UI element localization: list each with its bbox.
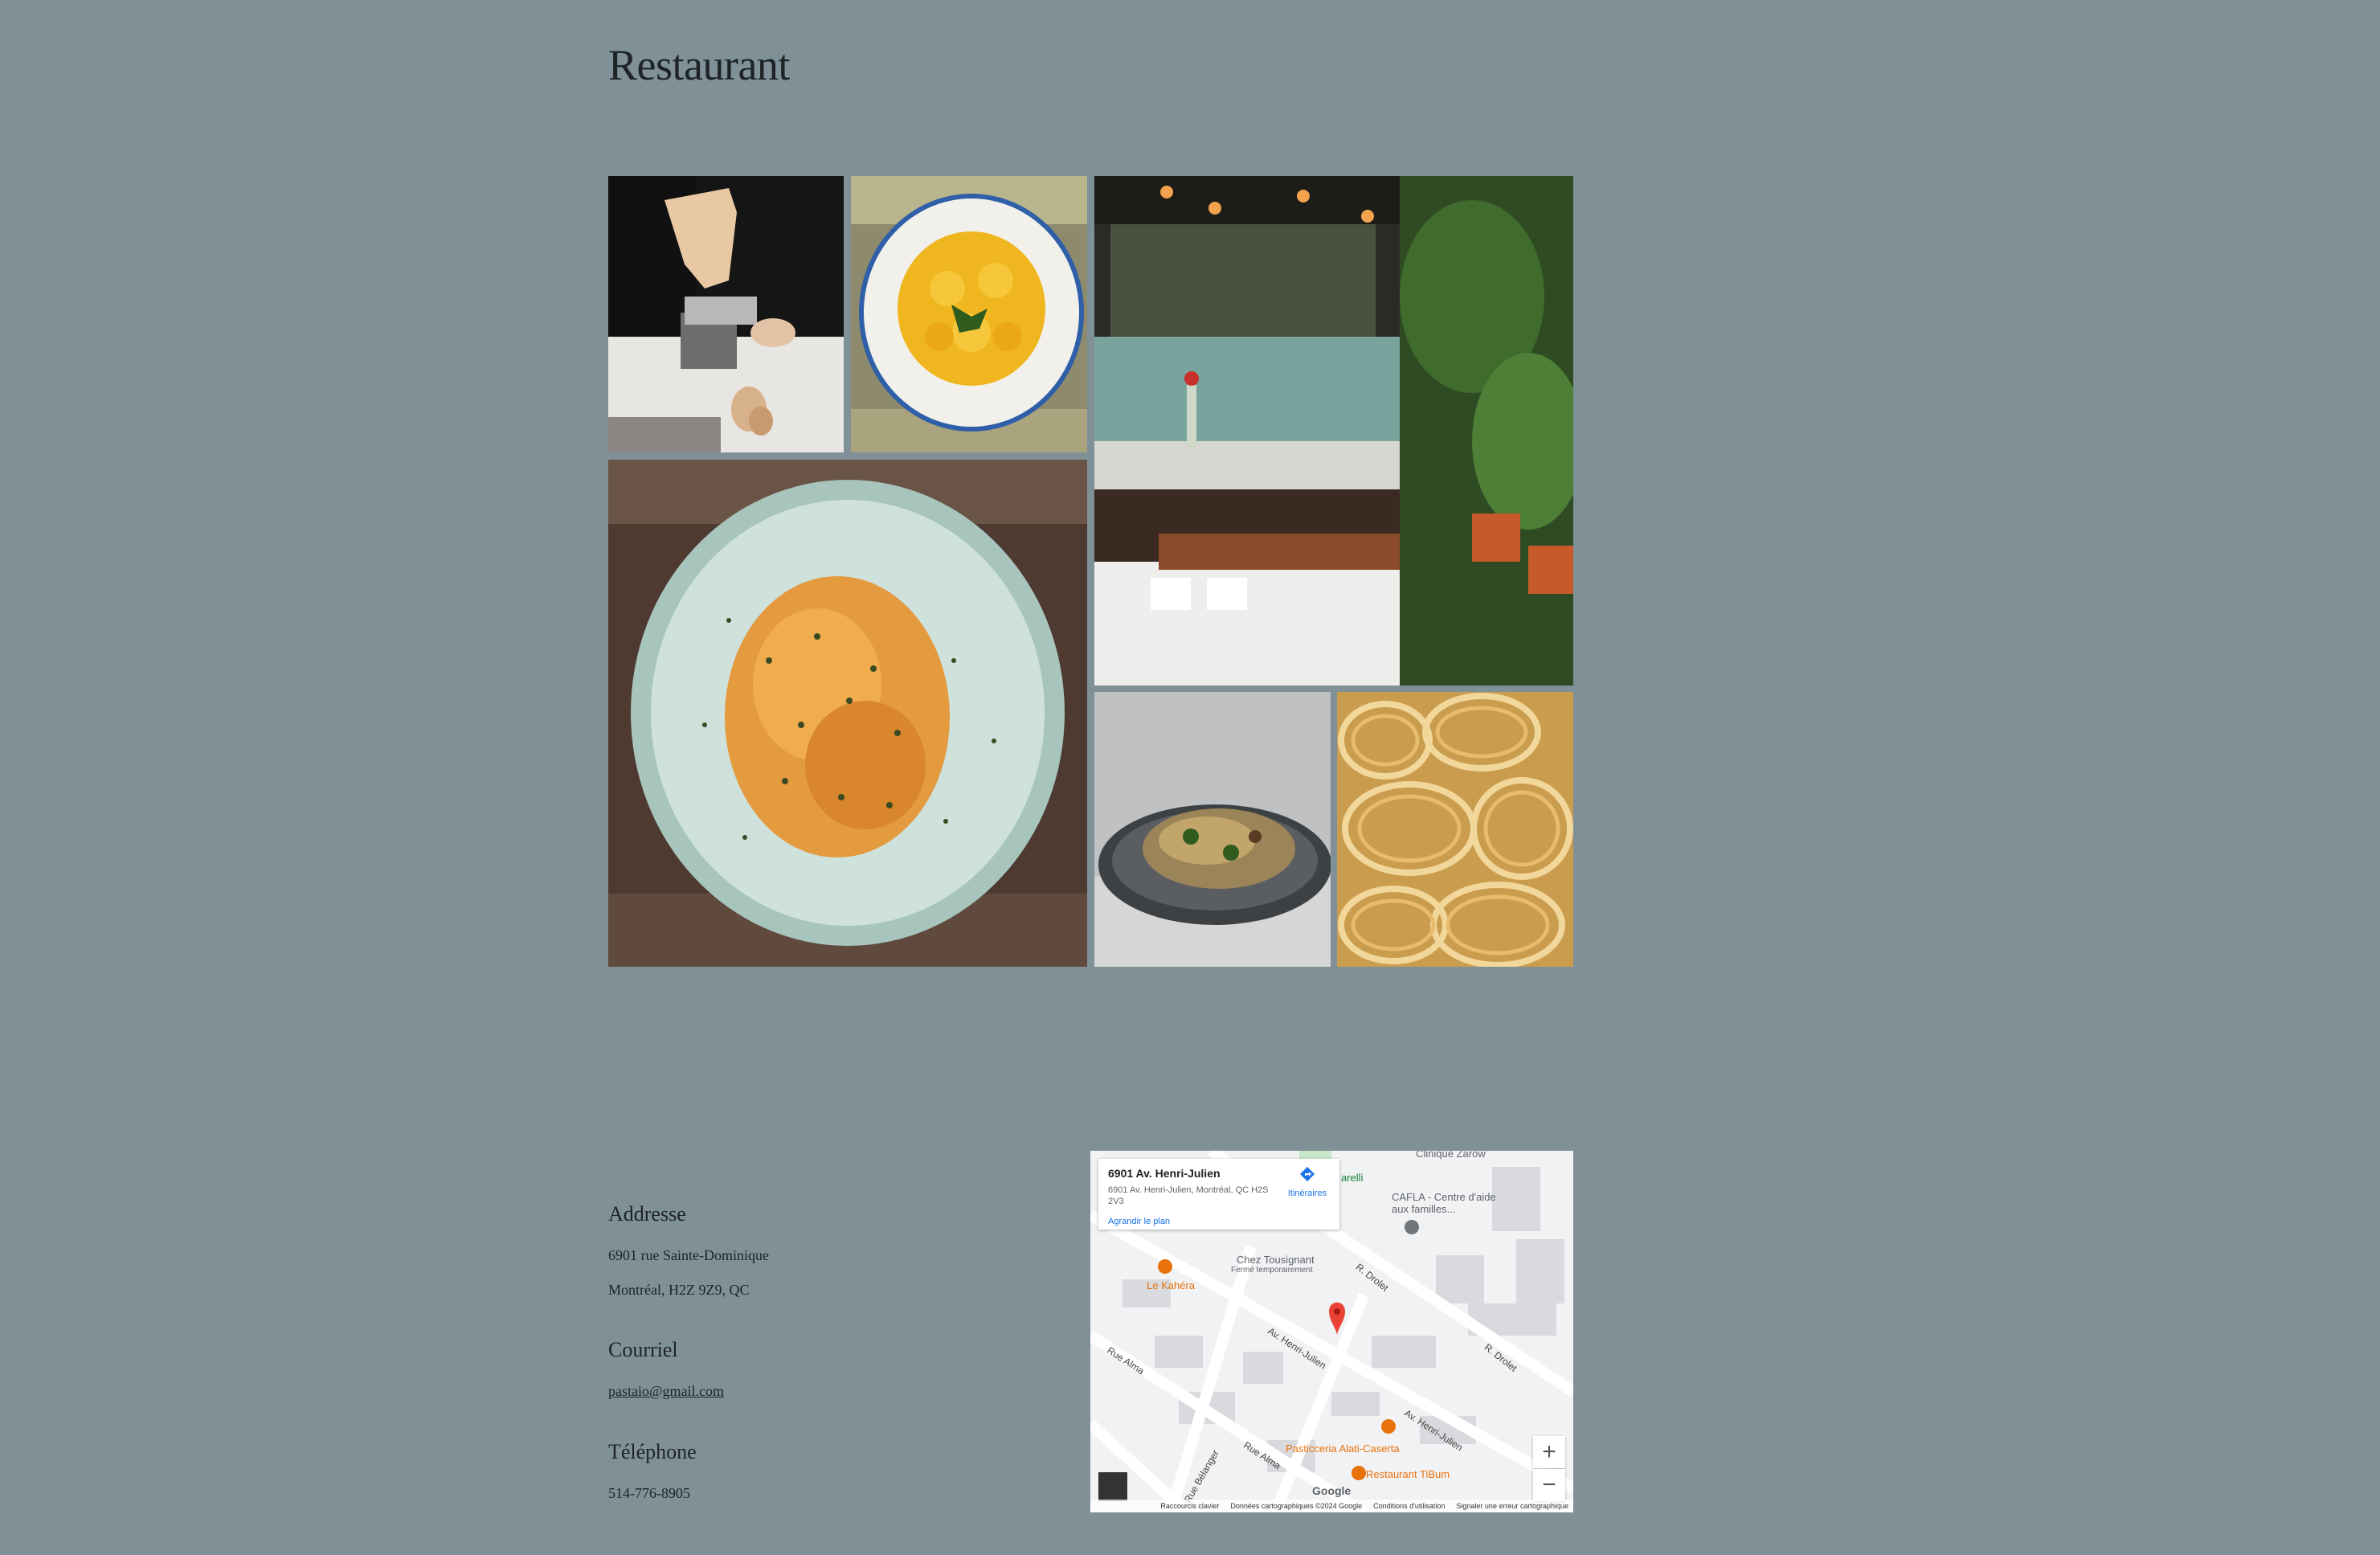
restaurant-interior-photo[interactable]	[1094, 176, 1573, 685]
poi-arelli[interactable]: arelli	[1341, 1172, 1363, 1184]
tibum-poi-icon	[1352, 1466, 1366, 1480]
report-error-link[interactable]: Signaler une erreur cartographique	[1456, 1502, 1568, 1510]
directions-icon	[1300, 1167, 1315, 1181]
street-view-thumbnail	[1098, 1472, 1127, 1501]
penne-dish-image	[608, 460, 1087, 967]
map-place-title: 6901 Av. Henri-Julien	[1108, 1167, 1221, 1180]
enlarge-map-link[interactable]: Agrandir le plan	[1108, 1217, 1170, 1226]
ravioli-plate-photo[interactable]	[851, 176, 1087, 452]
cafla-poi-icon	[1405, 1220, 1419, 1234]
kahera-poi-icon	[1158, 1259, 1172, 1274]
poi-pasticceria[interactable]: Pasticceria Alati-Caserta	[1286, 1442, 1400, 1455]
map-place-card: 6901 Av. Henri-Julien 6901 Av. Henri-Jul…	[1098, 1159, 1339, 1230]
pasta-making-image	[608, 176, 844, 452]
poi-chez-tousignant-status: Fermé temporairement	[1231, 1266, 1313, 1275]
pasticceria-poi-icon	[1381, 1419, 1396, 1434]
poi-clinique[interactable]: Clinique Zarow	[1416, 1151, 1486, 1160]
zoom-in-button[interactable]: +	[1533, 1436, 1565, 1468]
email-link[interactable]: pastaio@gmail.com	[608, 1383, 724, 1400]
phone-number: 514-776-8905	[608, 1485, 690, 1501]
address-line-1: 6901 rue Sainte-Dominique	[608, 1247, 769, 1263]
spaghetti-plate-photo[interactable]	[1094, 692, 1331, 967]
map-attribution-bar: Raccourcis clavier Données cartographiqu…	[1090, 1500, 1573, 1512]
restaurant-interior-image	[1094, 176, 1573, 685]
map-data-attribution: Données cartographiques ©2024 Google	[1230, 1502, 1363, 1510]
ravioli-plate-image	[851, 176, 1087, 452]
terms-link[interactable]: Conditions d'utilisation	[1373, 1502, 1445, 1510]
zoom-out-button[interactable]: −	[1533, 1469, 1565, 1501]
directions-button[interactable]: Itinéraires	[1282, 1165, 1333, 1198]
directions-label: Itinéraires	[1287, 1189, 1327, 1198]
embedded-map[interactable]: Clinique Zarow arelli CAFLA - Centre d'a…	[1090, 1151, 1573, 1512]
poi-le-kahera[interactable]: Le Kahéra	[1147, 1279, 1195, 1291]
fresh-tagliatelle-image	[1337, 692, 1573, 967]
phone-heading: Téléphone	[608, 1440, 697, 1463]
keyboard-shortcuts-link[interactable]: Raccourcis clavier	[1160, 1502, 1219, 1510]
address-heading: Addresse	[608, 1202, 686, 1226]
pasta-making-photo[interactable]	[608, 176, 844, 452]
spaghetti-plate-image	[1094, 692, 1331, 967]
email-heading: Courriel	[608, 1338, 678, 1361]
penne-dish-photo[interactable]	[608, 460, 1087, 967]
poi-chez-tousignant[interactable]: Chez Tousignant	[1237, 1254, 1315, 1266]
fresh-tagliatelle-photo[interactable]	[1337, 692, 1573, 967]
page-title: Restaurant	[608, 41, 790, 89]
poi-tibum[interactable]: Restaurant TiBum	[1366, 1468, 1450, 1480]
map-place-address: 6901 Av. Henri-Julien, Montréal, QC H2S …	[1108, 1185, 1269, 1206]
poi-cafla[interactable]: CAFLA - Centre d'aide aux familles...	[1392, 1191, 1512, 1215]
address-line-2: Montréal, H2Z 9Z9, QC	[608, 1282, 750, 1298]
google-logo: Google	[1312, 1484, 1352, 1497]
